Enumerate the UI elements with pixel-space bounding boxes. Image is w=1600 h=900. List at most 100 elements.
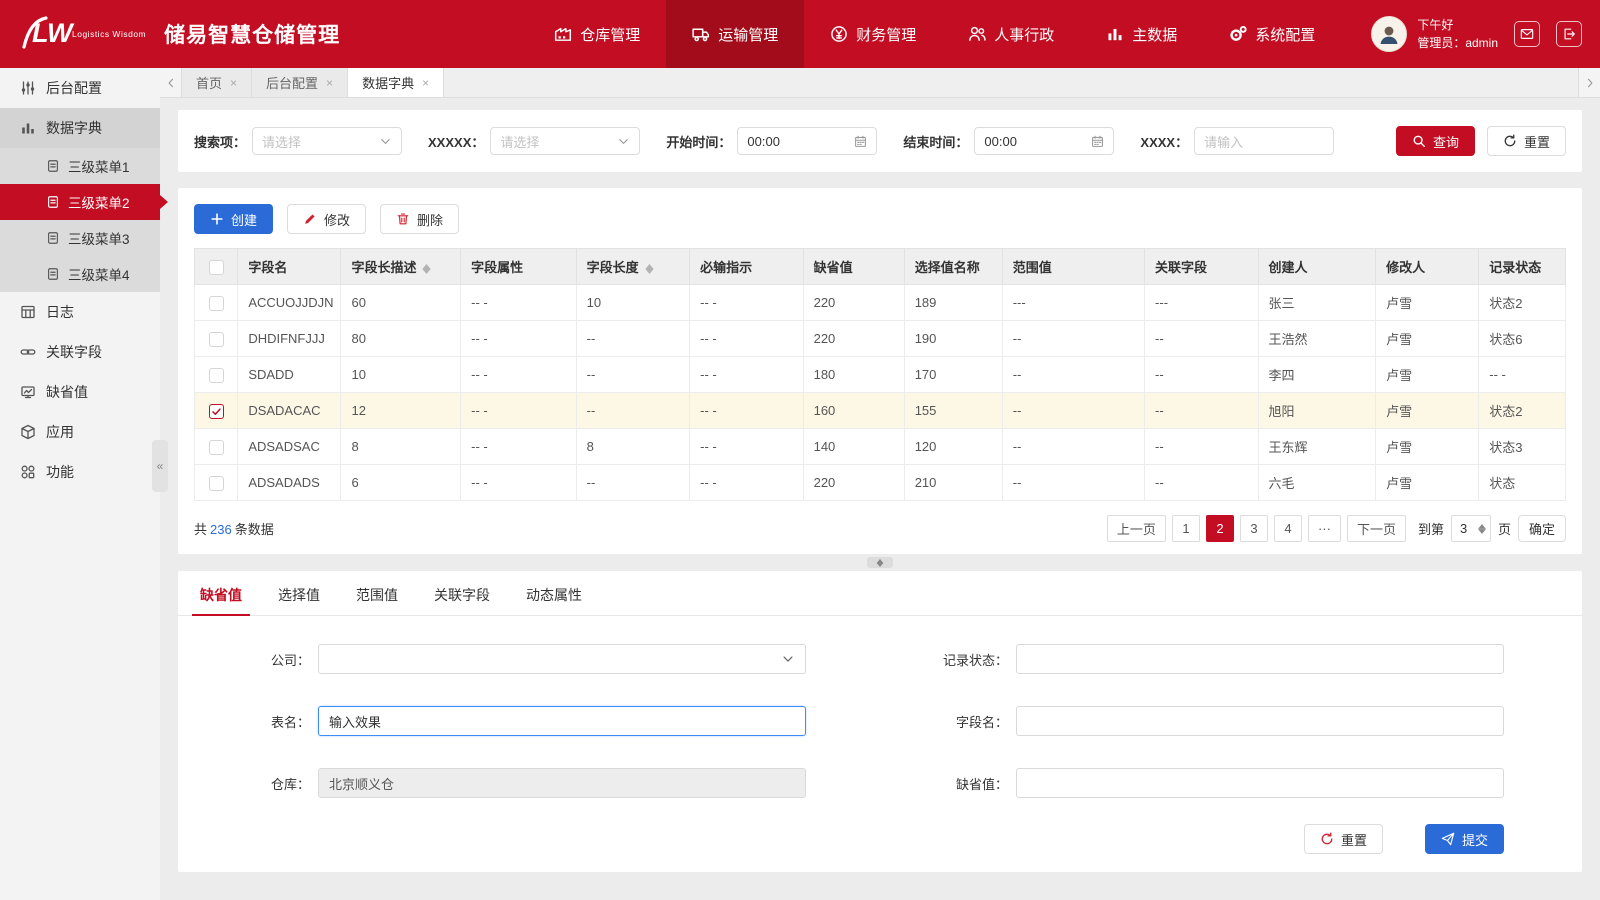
default-value-input[interactable] bbox=[1016, 768, 1504, 798]
nav-item-system-config[interactable]: 系统配置 bbox=[1203, 0, 1341, 68]
pager-page-4[interactable]: 4 bbox=[1274, 515, 1302, 542]
reset-button[interactable]: 重置 bbox=[1304, 824, 1383, 854]
logout-button[interactable] bbox=[1556, 21, 1582, 47]
table-row[interactable]: ACCUOJJDJN60-- -10-- -220189------张三卢雪状态… bbox=[195, 285, 1566, 321]
select-all-checkbox[interactable] bbox=[209, 260, 224, 275]
nav-item-transport[interactable]: 运输管理 bbox=[666, 0, 804, 68]
detail-tab-select-value[interactable]: 选择值 bbox=[278, 585, 320, 615]
column-header: 选择值名称 bbox=[904, 249, 1002, 285]
xxxx-input[interactable]: 请输入 bbox=[1194, 127, 1334, 155]
end-time-input[interactable]: 00:00 bbox=[974, 127, 1114, 155]
create-button[interactable]: 创建 bbox=[194, 204, 273, 234]
start-time-input[interactable]: 00:00 bbox=[737, 127, 877, 155]
jump-page-input[interactable]: 3 bbox=[1451, 515, 1491, 542]
row-checkbox[interactable] bbox=[209, 368, 224, 383]
reset-button[interactable]: 重置 bbox=[1487, 126, 1566, 156]
table-cell: 王浩然 bbox=[1258, 321, 1376, 357]
jump-page-value: 3 bbox=[1460, 521, 1467, 536]
sidebar-item-application[interactable]: 应用 bbox=[0, 412, 160, 452]
submit-button[interactable]: 提交 bbox=[1425, 824, 1504, 854]
detail-tab-default-value[interactable]: 缺省值 bbox=[200, 585, 242, 615]
tabs-scroll-right-button[interactable] bbox=[1578, 68, 1600, 97]
table-cell: --- bbox=[1002, 285, 1144, 321]
sidebar-item-submenu-2[interactable]: 三级菜单2 bbox=[0, 184, 160, 220]
sidebar-item-submenu-3[interactable]: 三级菜单3 bbox=[0, 220, 160, 256]
row-checkbox[interactable] bbox=[209, 440, 224, 455]
row-select-cell bbox=[195, 465, 238, 501]
table-name-input[interactable]: 输入效果 bbox=[318, 706, 806, 736]
sidebar-item-logs[interactable]: 日志 bbox=[0, 292, 160, 332]
table-cell: 189 bbox=[904, 285, 1002, 321]
table-cell: 220 bbox=[803, 465, 904, 501]
sidebar-item-default-values[interactable]: 缺省值 bbox=[0, 372, 160, 412]
pager-next[interactable]: 下一页 bbox=[1347, 515, 1406, 542]
sidebar-item-data-dictionary[interactable]: 数据字典 bbox=[0, 108, 160, 148]
nav-item-warehouse[interactable]: 仓库管理 bbox=[528, 0, 666, 68]
table-row[interactable]: ADSADADS6-- ----- -220210----六毛卢雪状态 bbox=[195, 465, 1566, 501]
detail-tab-related-field[interactable]: 关联字段 bbox=[434, 585, 490, 615]
column-header: 字段名 bbox=[238, 249, 341, 285]
page-jump: 到第 3 页 确定 bbox=[1418, 515, 1566, 542]
table-row[interactable]: DSADACAC12-- ----- -160155----旭阳卢雪状态2 bbox=[195, 393, 1566, 429]
edit-button[interactable]: 修改 bbox=[287, 204, 366, 234]
table-cell: -- - bbox=[690, 321, 803, 357]
tab-backend-config[interactable]: 后台配置× bbox=[252, 68, 348, 97]
jump-spinner[interactable] bbox=[1478, 524, 1486, 534]
trash-icon bbox=[396, 212, 410, 226]
avatar[interactable] bbox=[1371, 16, 1407, 52]
table-cell: -- bbox=[1145, 321, 1258, 357]
tab-close-icon[interactable]: × bbox=[230, 76, 237, 90]
tab-data-dictionary[interactable]: 数据字典× bbox=[348, 68, 444, 97]
sidebar-item-functions[interactable]: 功能 bbox=[0, 452, 160, 492]
tab-close-icon[interactable]: × bbox=[326, 76, 333, 90]
pager-ellipsis[interactable]: ··· bbox=[1308, 515, 1341, 542]
column-header: 字段长度 bbox=[576, 249, 689, 285]
jump-confirm-button[interactable]: 确定 bbox=[1518, 515, 1566, 542]
row-select-cell bbox=[195, 357, 238, 393]
search-item-select[interactable]: 请选择 bbox=[252, 127, 402, 155]
detail-tab-range-value[interactable]: 范围值 bbox=[356, 585, 398, 615]
company-select[interactable] bbox=[318, 644, 806, 674]
nav-item-finance[interactable]: 财务管理 bbox=[804, 0, 942, 68]
detail-footer: 重置 提交 bbox=[178, 798, 1582, 854]
refresh-icon bbox=[1503, 134, 1517, 148]
xxxxx-select[interactable]: 请选择 bbox=[490, 127, 640, 155]
greeting-line: 下午好 bbox=[1417, 16, 1498, 34]
query-button[interactable]: 查询 bbox=[1396, 126, 1475, 156]
tabs-scroll-left-button[interactable] bbox=[160, 68, 182, 97]
tab-close-icon[interactable]: × bbox=[422, 76, 429, 90]
table-row[interactable]: DHDIFNFJJJ80-- ----- -220190----王浩然卢雪状态6 bbox=[195, 321, 1566, 357]
form-field-field-name: 字段名： bbox=[916, 706, 1504, 736]
nav-item-master-data[interactable]: 主数据 bbox=[1080, 0, 1203, 68]
sidebar-item-label: 应用 bbox=[46, 422, 74, 442]
sidebar-collapse-handle[interactable]: « bbox=[152, 440, 168, 492]
sidebar-item-label: 日志 bbox=[46, 302, 74, 322]
message-button[interactable] bbox=[1514, 21, 1540, 47]
sidebar-item-submenu-4[interactable]: 三级菜单4 bbox=[0, 256, 160, 292]
table-cell: 140 bbox=[803, 429, 904, 465]
delete-button[interactable]: 删除 bbox=[380, 204, 459, 234]
field-name-input[interactable] bbox=[1016, 706, 1504, 736]
table-row[interactable]: ADSADSAC8-- -8-- -140120----王东辉卢雪状态3 bbox=[195, 429, 1566, 465]
row-checkbox[interactable] bbox=[209, 404, 224, 419]
record-status-input[interactable] bbox=[1016, 644, 1504, 674]
row-checkbox[interactable] bbox=[209, 296, 224, 311]
table-cell: 120 bbox=[904, 429, 1002, 465]
pager-page-1[interactable]: 1 bbox=[1172, 515, 1200, 542]
panel-resize-handle[interactable] bbox=[867, 557, 893, 568]
pager-page-3[interactable]: 3 bbox=[1240, 515, 1268, 542]
sort-icon[interactable] bbox=[422, 264, 431, 274]
nav-item-hr[interactable]: 人事行政 bbox=[942, 0, 1080, 68]
sidebar-item-backend-config[interactable]: 后台配置 bbox=[0, 68, 160, 108]
pager-page-2[interactable]: 2 bbox=[1206, 515, 1234, 542]
pager-prev[interactable]: 上一页 bbox=[1107, 515, 1166, 542]
row-checkbox[interactable] bbox=[209, 332, 224, 347]
sidebar-item-submenu-1[interactable]: 三级菜单1 bbox=[0, 148, 160, 184]
table-row[interactable]: SDADD10-- ----- -180170----李四卢雪-- - bbox=[195, 357, 1566, 393]
detail-tab-dynamic-attr[interactable]: 动态属性 bbox=[526, 585, 582, 615]
sidebar-subitem-label: 三级菜单2 bbox=[68, 192, 130, 212]
sidebar-item-related-fields[interactable]: 关联字段 bbox=[0, 332, 160, 372]
sort-icon[interactable] bbox=[645, 264, 654, 274]
tab-home[interactable]: 首页× bbox=[182, 68, 252, 97]
row-checkbox[interactable] bbox=[209, 476, 224, 491]
